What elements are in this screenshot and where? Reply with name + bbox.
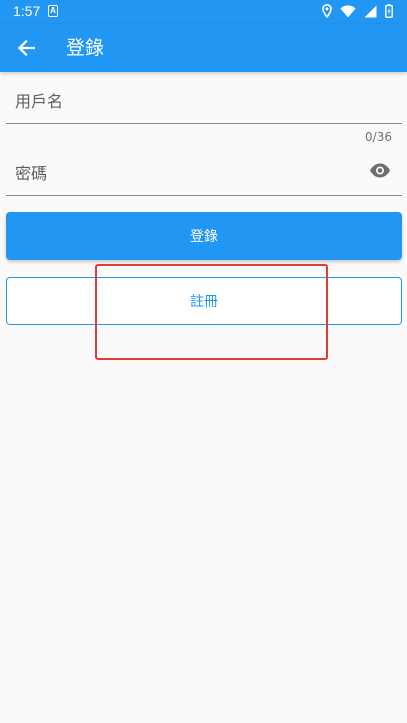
username-underline bbox=[6, 123, 402, 124]
password-label: 密碼 bbox=[15, 164, 48, 183]
app-bar: 登錄 bbox=[0, 24, 407, 72]
register-button-label: 註冊 bbox=[190, 294, 218, 310]
back-button[interactable] bbox=[12, 34, 40, 62]
password-counter: 0/36 bbox=[365, 130, 392, 144]
battery-icon bbox=[385, 4, 393, 18]
page-title: 登錄 bbox=[66, 37, 105, 59]
username-field[interactable]: 用戶名 bbox=[6, 72, 402, 126]
arrow-back-icon bbox=[17, 39, 35, 57]
status-time: 1:57 bbox=[13, 3, 41, 19]
wifi-icon bbox=[340, 4, 356, 17]
username-label: 用戶名 bbox=[15, 92, 64, 111]
location-icon bbox=[322, 4, 332, 18]
signal-icon bbox=[364, 5, 377, 17]
status-icons bbox=[322, 4, 393, 18]
login-button[interactable]: 登錄 bbox=[6, 212, 402, 260]
password-field[interactable]: 密碼 bbox=[6, 146, 402, 198]
password-underline bbox=[6, 195, 402, 196]
login-button-label: 登錄 bbox=[190, 229, 218, 245]
status-bar: 1:57 A bbox=[0, 0, 407, 24]
toggle-password-visibility-button[interactable] bbox=[368, 160, 392, 180]
eye-icon bbox=[370, 163, 390, 177]
app-notification-icon: A bbox=[48, 5, 58, 17]
register-button[interactable]: 註冊 bbox=[6, 277, 402, 325]
